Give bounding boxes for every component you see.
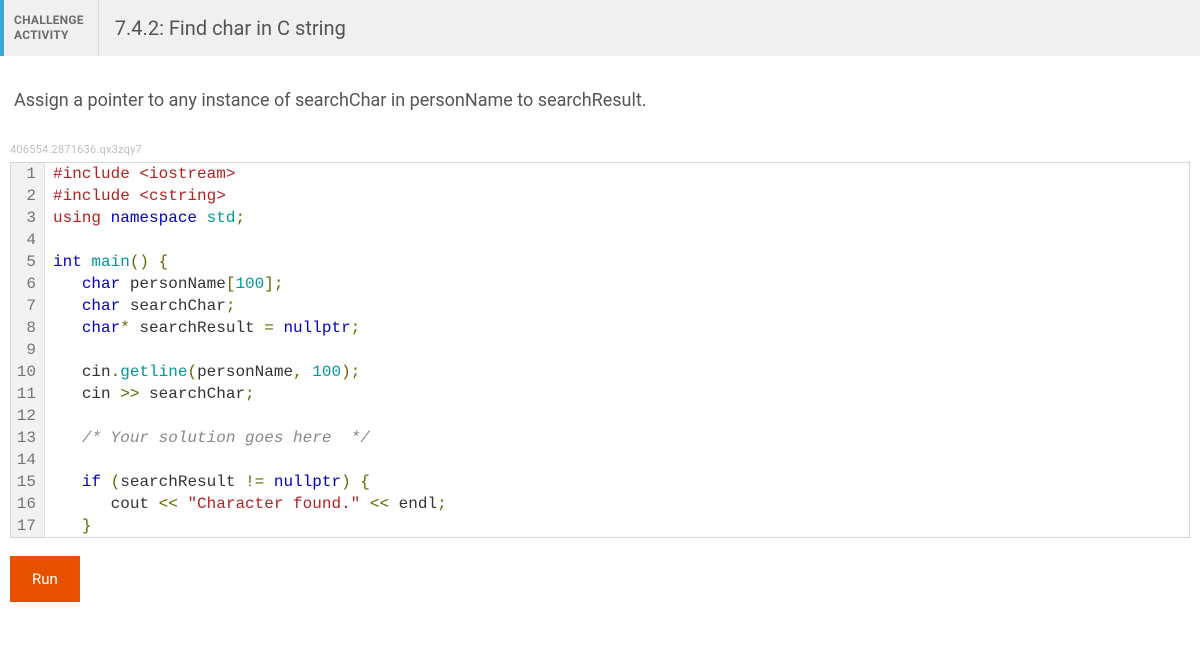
activity-title: 7.4.2: Find char in C string (99, 0, 346, 56)
code-line[interactable]: 11 cin >> searchChar; (11, 383, 1189, 405)
code-content[interactable]: cin.getline(personName, 100); (45, 361, 360, 383)
line-number: 6 (11, 273, 45, 295)
badge-line1: CHALLENGE (14, 13, 84, 28)
code-content[interactable] (45, 449, 53, 471)
line-number: 16 (11, 493, 45, 515)
line-number: 9 (11, 339, 45, 361)
code-content[interactable]: char personName[100]; (45, 273, 283, 295)
activity-header: CHALLENGE ACTIVITY 7.4.2: Find char in C… (0, 0, 1200, 56)
line-number: 2 (11, 185, 45, 207)
code-line[interactable]: 1#include <iostream> (11, 163, 1189, 185)
badge-line2: ACTIVITY (14, 28, 84, 43)
line-number: 5 (11, 251, 45, 273)
code-line[interactable]: 10 cin.getline(personName, 100); (11, 361, 1189, 383)
code-content[interactable]: if (searchResult != nullptr) { (45, 471, 370, 493)
question-hash: 406554.2871636.qx3zqy7 (0, 143, 1200, 162)
line-number: 3 (11, 207, 45, 229)
line-number: 15 (11, 471, 45, 493)
code-line[interactable]: 5int main() { (11, 251, 1189, 273)
code-content[interactable]: /* Your solution goes here */ (45, 427, 370, 449)
line-number: 11 (11, 383, 45, 405)
code-editor[interactable]: 1#include <iostream>2#include <cstring>3… (10, 162, 1190, 538)
code-line[interactable]: 4 (11, 229, 1189, 251)
challenge-badge: CHALLENGE ACTIVITY (4, 0, 99, 56)
line-number: 1 (11, 163, 45, 185)
code-content[interactable]: using namespace std; (45, 207, 245, 229)
line-number: 13 (11, 427, 45, 449)
line-number: 4 (11, 229, 45, 251)
code-line[interactable]: 16 cout << "Character found." << endl; (11, 493, 1189, 515)
code-content[interactable] (45, 229, 53, 251)
code-line[interactable]: 17 } (11, 515, 1189, 537)
line-number: 10 (11, 361, 45, 383)
code-line[interactable]: 2#include <cstring> (11, 185, 1189, 207)
line-number: 7 (11, 295, 45, 317)
code-line[interactable]: 3using namespace std; (11, 207, 1189, 229)
code-line[interactable]: 13 /* Your solution goes here */ (11, 427, 1189, 449)
code-content[interactable] (45, 339, 53, 361)
line-number: 17 (11, 515, 45, 537)
line-number: 14 (11, 449, 45, 471)
code-content[interactable]: #include <iostream> (45, 163, 235, 185)
code-line[interactable]: 14 (11, 449, 1189, 471)
code-content[interactable]: char* searchResult = nullptr; (45, 317, 360, 339)
run-button[interactable]: Run (10, 556, 80, 602)
activity-container: CHALLENGE ACTIVITY 7.4.2: Find char in C… (0, 0, 1200, 602)
code-line[interactable]: 8 char* searchResult = nullptr; (11, 317, 1189, 339)
code-line[interactable]: 6 char personName[100]; (11, 273, 1189, 295)
line-number: 8 (11, 317, 45, 339)
line-number: 12 (11, 405, 45, 427)
code-content[interactable]: #include <cstring> (45, 185, 226, 207)
code-content[interactable]: int main() { (45, 251, 168, 273)
code-content[interactable] (45, 405, 53, 427)
code-content[interactable]: cout << "Character found." << endl; (45, 493, 447, 515)
code-line[interactable]: 7 char searchChar; (11, 295, 1189, 317)
instructions-text: Assign a pointer to any instance of sear… (0, 56, 1200, 143)
code-content[interactable]: cin >> searchChar; (45, 383, 255, 405)
code-line[interactable]: 15 if (searchResult != nullptr) { (11, 471, 1189, 493)
code-line[interactable]: 12 (11, 405, 1189, 427)
code-content[interactable]: char searchChar; (45, 295, 235, 317)
code-line[interactable]: 9 (11, 339, 1189, 361)
code-content[interactable]: } (45, 515, 91, 537)
